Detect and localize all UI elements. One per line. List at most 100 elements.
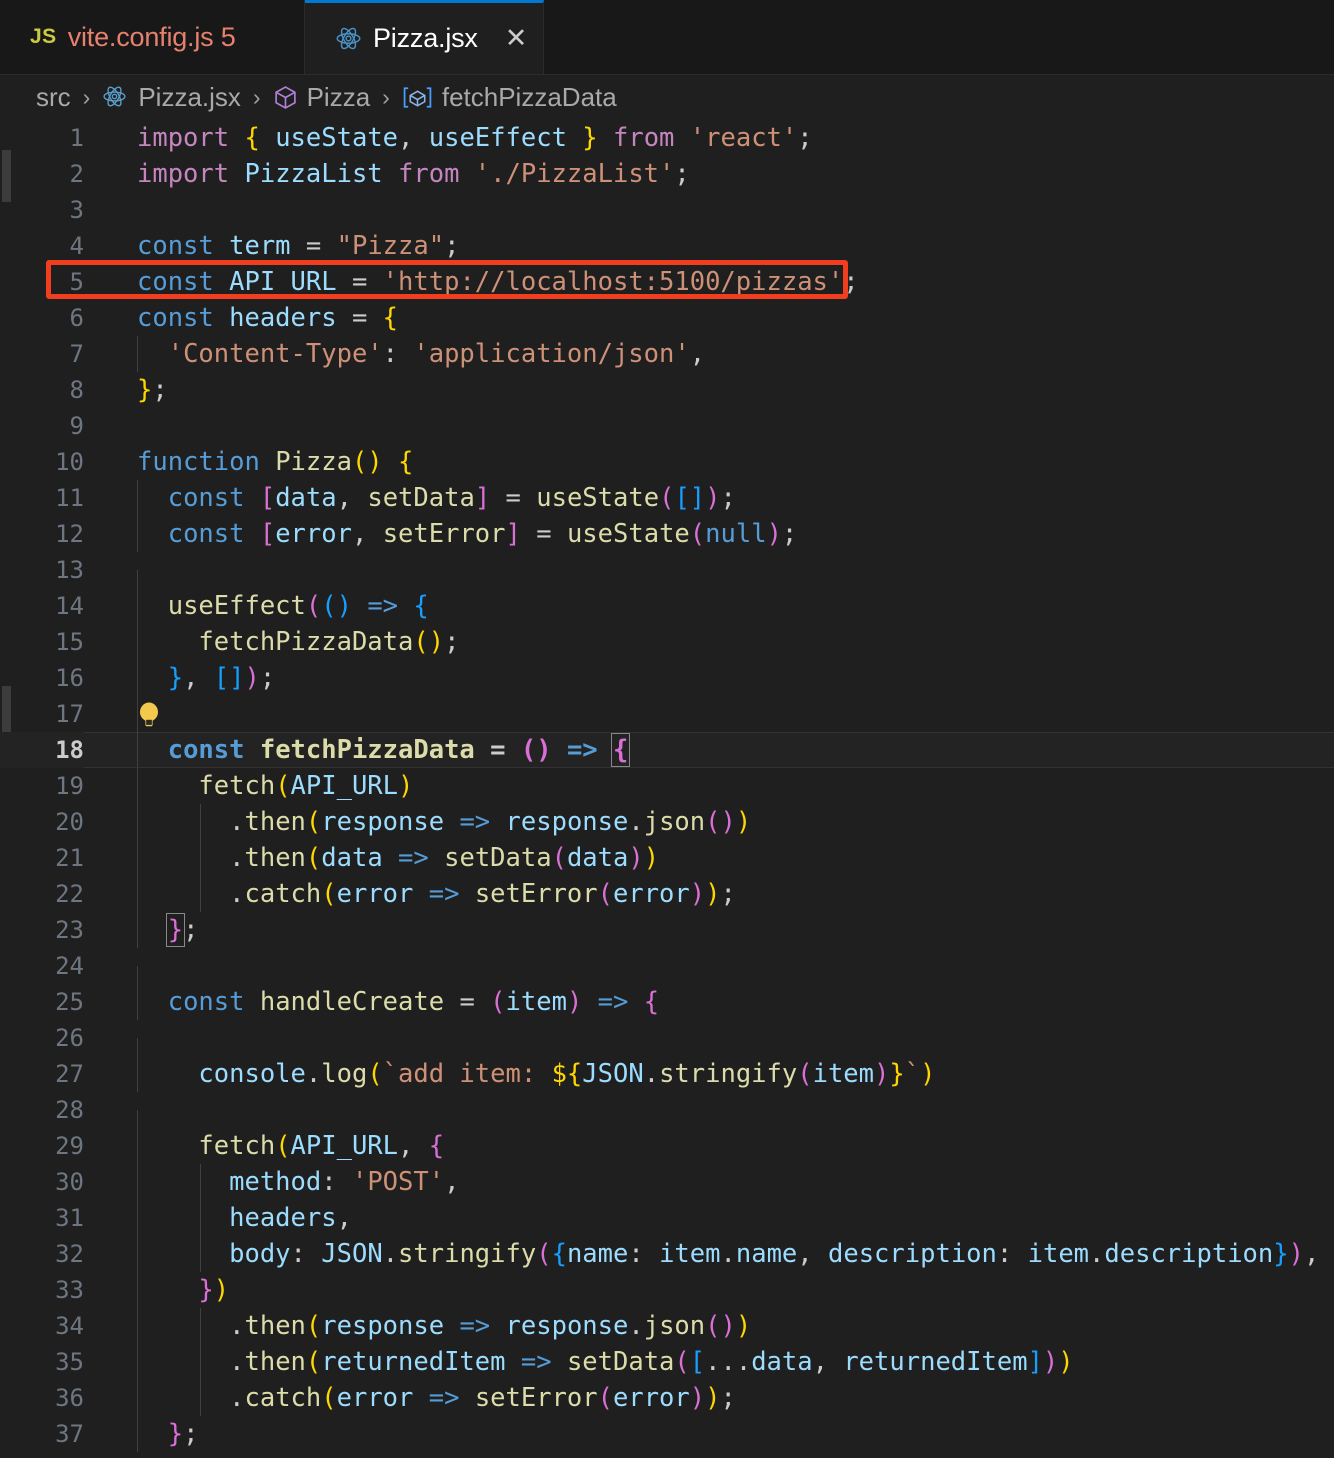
breadcrumb-item-pizza-symbol[interactable]: Pizza [273,82,370,113]
editor-tab-bar: JS vite.config.js 5 Pizza.jsx ✕ [0,0,1334,75]
code-line[interactable]: 12 const [error, setError] = useState(nu… [0,516,1334,552]
bracket-match-indicator: } [165,913,186,947]
breadcrumb-item-pizza-jsx[interactable]: Pizza.jsx [102,82,241,113]
code-line[interactable]: 31 headers, [0,1200,1334,1236]
line-content: method: 'POST', [84,1164,1334,1200]
code-line[interactable]: 17 [0,696,1334,732]
line-number: 28 [55,1096,84,1124]
line-number: 24 [55,952,84,980]
line-content: import { useState, useEffect } from 'rea… [137,123,813,153]
indent-guide [137,1236,138,1272]
tab-label: Pizza.jsx [373,23,478,53]
code-line[interactable]: 26 [0,1020,1334,1074]
indent-guide [137,336,138,372]
line-content: 'Content-Type': 'application/json', [84,336,1334,372]
code-line[interactable]: 10 function Pizza() { [0,444,1334,480]
line-content: }; [84,912,1334,948]
code-line[interactable]: 24 [0,948,1334,1002]
method-icon [402,85,433,110]
indent-guide [137,1380,138,1416]
line-number: 1 [69,124,84,152]
indent-guide [200,876,201,912]
code-line[interactable]: 9 [0,408,1334,444]
code-line[interactable]: 6 const headers = { [0,300,1334,336]
line-number: 16 [55,664,84,692]
indent-guide [200,1236,201,1272]
close-icon[interactable]: ✕ [505,23,528,54]
code-line[interactable]: 8 }; [0,372,1334,408]
react-file-icon [335,25,362,52]
code-line[interactable]: 37 }; [0,1416,1334,1452]
url-link[interactable]: http://localhost:5100/pizzas [398,267,828,297]
line-content: .then(data => setData(data)) [84,840,1334,876]
code-line[interactable]: 16 }, []); [0,660,1334,696]
code-line[interactable]: 23 }; [0,912,1334,948]
code-line[interactable]: 20 .then(response => response.json()) [0,804,1334,840]
code-line[interactable]: 33 }) [0,1272,1334,1308]
indent-guide [137,480,138,516]
line-content: console.log(`add item: ${JSON.stringify(… [84,1056,1334,1092]
code-line[interactable]: 13 [0,552,1334,606]
line-number: 21 [55,844,84,872]
line-number: 25 [55,988,84,1016]
code-line[interactable]: 14 useEffect(() => { [0,588,1334,624]
breadcrumb-separator: › [382,84,390,110]
code-line[interactable]: 29 fetch(API_URL, { [0,1128,1334,1164]
line-number: 31 [55,1204,84,1232]
code-line[interactable]: 3 [0,192,1334,228]
tab-vite-config-js[interactable]: JS vite.config.js 5 [0,0,305,74]
code-line[interactable]: 2 import PizzaList from './PizzaList'; [0,156,1334,192]
code-line[interactable]: 22 .catch(error => setError(error)); [0,876,1334,912]
line-number: 35 [55,1348,84,1376]
code-line[interactable]: 7 'Content-Type': 'application/json', [0,336,1334,372]
line-number: 17 [55,700,84,728]
indent-guide [137,696,138,732]
line-number: 6 [69,304,84,332]
line-number: 3 [69,196,84,224]
code-line[interactable]: 30 method: 'POST', [0,1164,1334,1200]
breadcrumb: src › Pizza.jsx › Pizza › fetchPizzaData [0,75,1334,120]
code-line[interactable]: 15 fetchPizzaData(); [0,624,1334,660]
code-editor[interactable]: 1 import { useState, useEffect } from 'r… [0,120,1334,1458]
code-line[interactable]: 11 const [data, setData] = useState([]); [0,480,1334,516]
code-line[interactable]: 34 .then(response => response.json()) [0,1308,1334,1344]
indent-guide [137,768,138,804]
breadcrumb-separator: › [252,84,261,110]
code-line[interactable]: 27 console.log(`add item: ${JSON.stringi… [0,1056,1334,1092]
code-line[interactable]: 35 .then(returnedItem => setData([...dat… [0,1344,1334,1380]
code-line[interactable]: 4 const term = "Pizza"; [0,228,1334,264]
line-number: 4 [69,232,84,260]
indent-guide [137,1200,138,1236]
line-content: const headers = { [137,303,399,333]
indent-guide [137,1164,138,1200]
line-content: fetch(API_URL, { [84,1128,1334,1164]
code-line[interactable]: 25 const handleCreate = (item) => { [0,984,1334,1020]
code-line[interactable]: 32 body: JSON.stringify({name: item.name… [0,1236,1334,1272]
indent-guide [137,660,138,696]
line-number: 12 [55,520,84,548]
line-content: .catch(error => setError(error)); [84,1380,1334,1416]
line-content: useEffect(() => { [84,588,1334,624]
line-number: 30 [55,1168,84,1196]
breadcrumb-item-src[interactable]: src [36,82,71,113]
code-line[interactable]: 21 .then(data => setData(data)) [0,840,1334,876]
line-number: 33 [55,1276,84,1304]
indent-guide [200,1200,201,1236]
indent-guide [200,1344,201,1380]
tab-pizza-jsx[interactable]: Pizza.jsx ✕ [305,0,544,74]
code-line-current[interactable]: 18 const fetchPizzaData = () => { [0,732,1334,768]
code-line[interactable]: 36 .catch(error => setError(error)); [0,1380,1334,1416]
indent-guide [137,1416,138,1452]
line-number: 11 [55,484,84,512]
bracket-match-indicator: { [610,733,631,767]
line-content: }; [84,1416,1334,1452]
code-line[interactable]: 28 [0,1092,1334,1146]
line-number: 36 [55,1384,84,1412]
lightbulb-icon[interactable] [137,700,161,730]
indent-guide [137,1344,138,1380]
code-line-highlighted[interactable]: 5 const API_URL = 'http://localhost:5100… [0,264,1334,300]
line-content: function Pizza() { [137,447,414,477]
breadcrumb-item-fetchpizzadata[interactable]: fetchPizzaData [402,82,617,113]
code-line[interactable]: 1 import { useState, useEffect } from 'r… [0,120,1334,156]
code-line[interactable]: 19 fetch(API_URL) [0,768,1334,804]
